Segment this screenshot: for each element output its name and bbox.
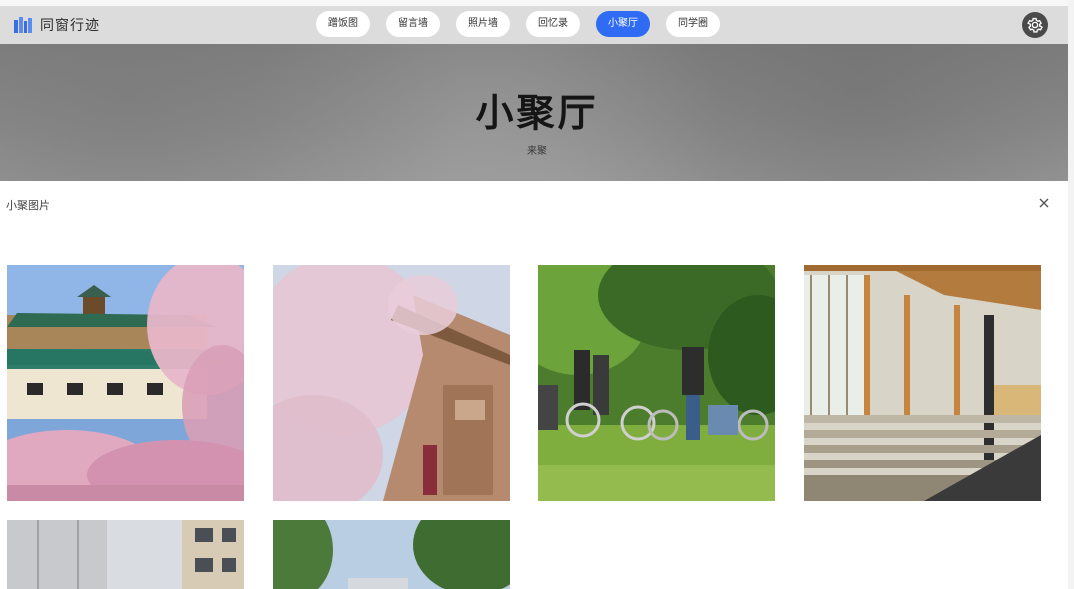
page-title: 小聚厅 xyxy=(475,91,599,135)
photo-card[interactable] xyxy=(7,265,244,501)
tab-xiaojuting[interactable]: 小聚厅 xyxy=(596,11,650,37)
panel-title: 小聚图片 xyxy=(6,199,50,212)
brand-logo-icon xyxy=(14,17,32,33)
tab-liuyanqiang[interactable]: 留言墙 xyxy=(386,11,440,37)
photo-card[interactable] xyxy=(804,265,1041,501)
close-button[interactable] xyxy=(1036,195,1052,211)
photo-card[interactable] xyxy=(7,520,244,589)
photo-card[interactable] xyxy=(273,265,510,501)
photo-image xyxy=(538,265,775,501)
photo-image xyxy=(273,520,510,589)
tab-tongxuequan[interactable]: 同学圈 xyxy=(666,11,720,37)
tab-zhaopianqiang[interactable]: 照片墙 xyxy=(456,11,510,37)
gear-icon xyxy=(1027,17,1043,33)
photo-image xyxy=(804,265,1041,501)
photo-image xyxy=(7,265,244,501)
top-navbar: 同窗行迹 蹭饭图 留言墙 照片墙 回忆录 小聚厅 同学圈 xyxy=(0,6,1074,44)
photo-card[interactable] xyxy=(538,265,775,501)
hero-banner: 小聚厅 来聚 xyxy=(0,44,1074,181)
page-subtitle: 来聚 xyxy=(527,146,547,157)
tab-huiyilu[interactable]: 回忆录 xyxy=(526,11,580,37)
photo-card[interactable] xyxy=(273,520,510,589)
scrollbar-track[interactable] xyxy=(1068,0,1074,589)
tab-cengfantu[interactable]: 蹭饭图 xyxy=(316,11,370,37)
brand[interactable]: 同窗行迹 xyxy=(14,15,100,35)
nav-tabs: 蹭饭图 留言墙 照片墙 回忆录 小聚厅 同学圈 xyxy=(316,11,736,37)
photo-image xyxy=(273,265,510,501)
brand-name: 同窗行迹 xyxy=(40,18,100,34)
photo-image xyxy=(7,520,244,589)
close-icon xyxy=(1039,198,1049,208)
settings-button[interactable] xyxy=(1022,12,1048,38)
